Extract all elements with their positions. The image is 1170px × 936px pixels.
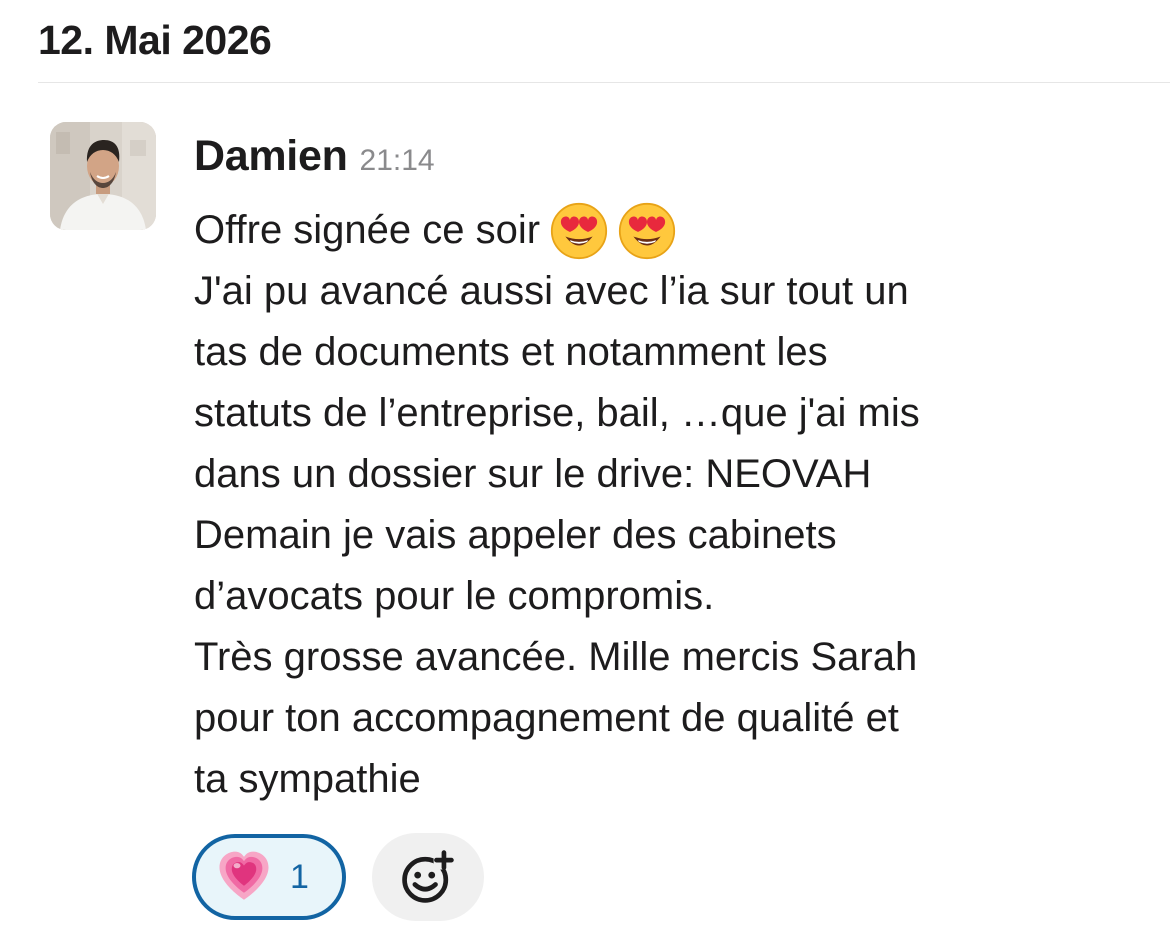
message-line: Demain je vais appeler des cabinets (194, 513, 837, 557)
message-line: d’avocats pour le compromis. (194, 574, 715, 618)
message-line: Offre signée ce soir (194, 200, 1144, 261)
reaction-bar: 1 (192, 833, 484, 921)
add-reaction-icon (402, 850, 455, 903)
message-timestamp[interactable]: 21:14 (360, 144, 435, 178)
add-reaction-button[interactable] (372, 833, 484, 921)
message-line: J'ai pu avancé aussi avec l’ia sur tout … (194, 269, 909, 313)
sender-name[interactable]: Damien (194, 126, 348, 186)
avatar[interactable] (50, 122, 156, 230)
growing-heart-emoji-icon (216, 849, 272, 905)
message-line: pour ton accompagnement de qualité et (194, 696, 899, 740)
message-header: Damien 21:14 (194, 126, 435, 186)
heart-eyes-emoji-icon (618, 202, 676, 260)
date-divider-label: 12. Mai 2026 (38, 17, 272, 63)
message-line-text: Offre signée ce soir (194, 208, 541, 252)
message-line: ta sympathie (194, 757, 421, 801)
date-divider-line (38, 82, 1170, 83)
message-line: statuts de l’entreprise, bail, …que j'ai… (194, 391, 920, 435)
message-line: tas de documents et notamment les (194, 330, 828, 374)
message-line: Très grosse avancée. Mille mercis Sarah (194, 635, 918, 679)
user-avatar-photo-icon (50, 122, 156, 230)
message-body: Offre signée ce soir J'ai pu avancé auss… (194, 200, 1144, 810)
reaction-growing-heart-button[interactable]: 1 (192, 834, 346, 920)
message-line: dans un dossier sur le drive: NEOVAH (194, 452, 872, 496)
reaction-count: 1 (290, 857, 309, 896)
heart-eyes-emoji-icon (550, 202, 608, 260)
